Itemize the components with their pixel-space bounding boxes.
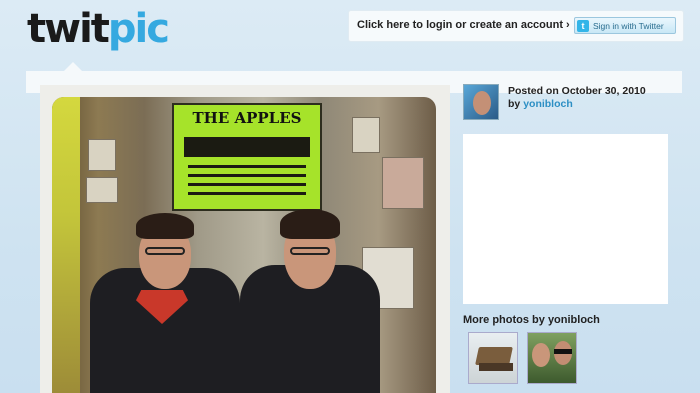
hair bbox=[136, 213, 194, 239]
sunglasses bbox=[554, 349, 572, 354]
author-link[interactable]: yonibloch bbox=[523, 98, 573, 110]
logo-text-twit: twit bbox=[27, 6, 110, 52]
by-line: by yonibloch bbox=[508, 98, 573, 110]
post-info: Posted on October 30, 2010 by yonibloch bbox=[463, 83, 683, 123]
ad-box bbox=[463, 134, 668, 304]
account-bar: Click here to login or create an account… bbox=[348, 10, 684, 42]
poster-strip bbox=[52, 97, 80, 393]
person-left bbox=[90, 153, 240, 393]
more-photo-thumbnail[interactable] bbox=[468, 332, 518, 384]
by-label: by bbox=[508, 98, 521, 110]
main-photo[interactable]: THE APPLES bbox=[52, 97, 436, 393]
face bbox=[532, 343, 550, 367]
posted-date: Posted on October 30, 2010 bbox=[508, 85, 646, 97]
laptop-base-image bbox=[479, 363, 513, 371]
avatar-face bbox=[473, 91, 491, 115]
logo-text-pic: pic bbox=[107, 6, 170, 52]
twitter-button-label: Sign in with Twitter bbox=[593, 20, 664, 31]
person-right bbox=[240, 153, 390, 393]
more-photo-thumbnail[interactable] bbox=[527, 332, 577, 384]
login-link[interactable]: Click here to login or create an account… bbox=[357, 19, 570, 31]
poster bbox=[352, 117, 380, 153]
sign-in-with-twitter-button[interactable]: t Sign in with Twitter bbox=[574, 17, 676, 34]
twitpic-logo[interactable]: twit pic bbox=[27, 6, 170, 58]
more-photos-heading: More photos by yonibloch bbox=[463, 314, 600, 326]
avatar[interactable] bbox=[463, 84, 499, 120]
hair bbox=[280, 209, 340, 239]
superman-logo bbox=[136, 290, 188, 324]
twitter-icon: t bbox=[577, 19, 589, 32]
glasses bbox=[290, 247, 330, 255]
glasses bbox=[145, 247, 185, 255]
band-poster-title: THE APPLES bbox=[192, 109, 302, 127]
